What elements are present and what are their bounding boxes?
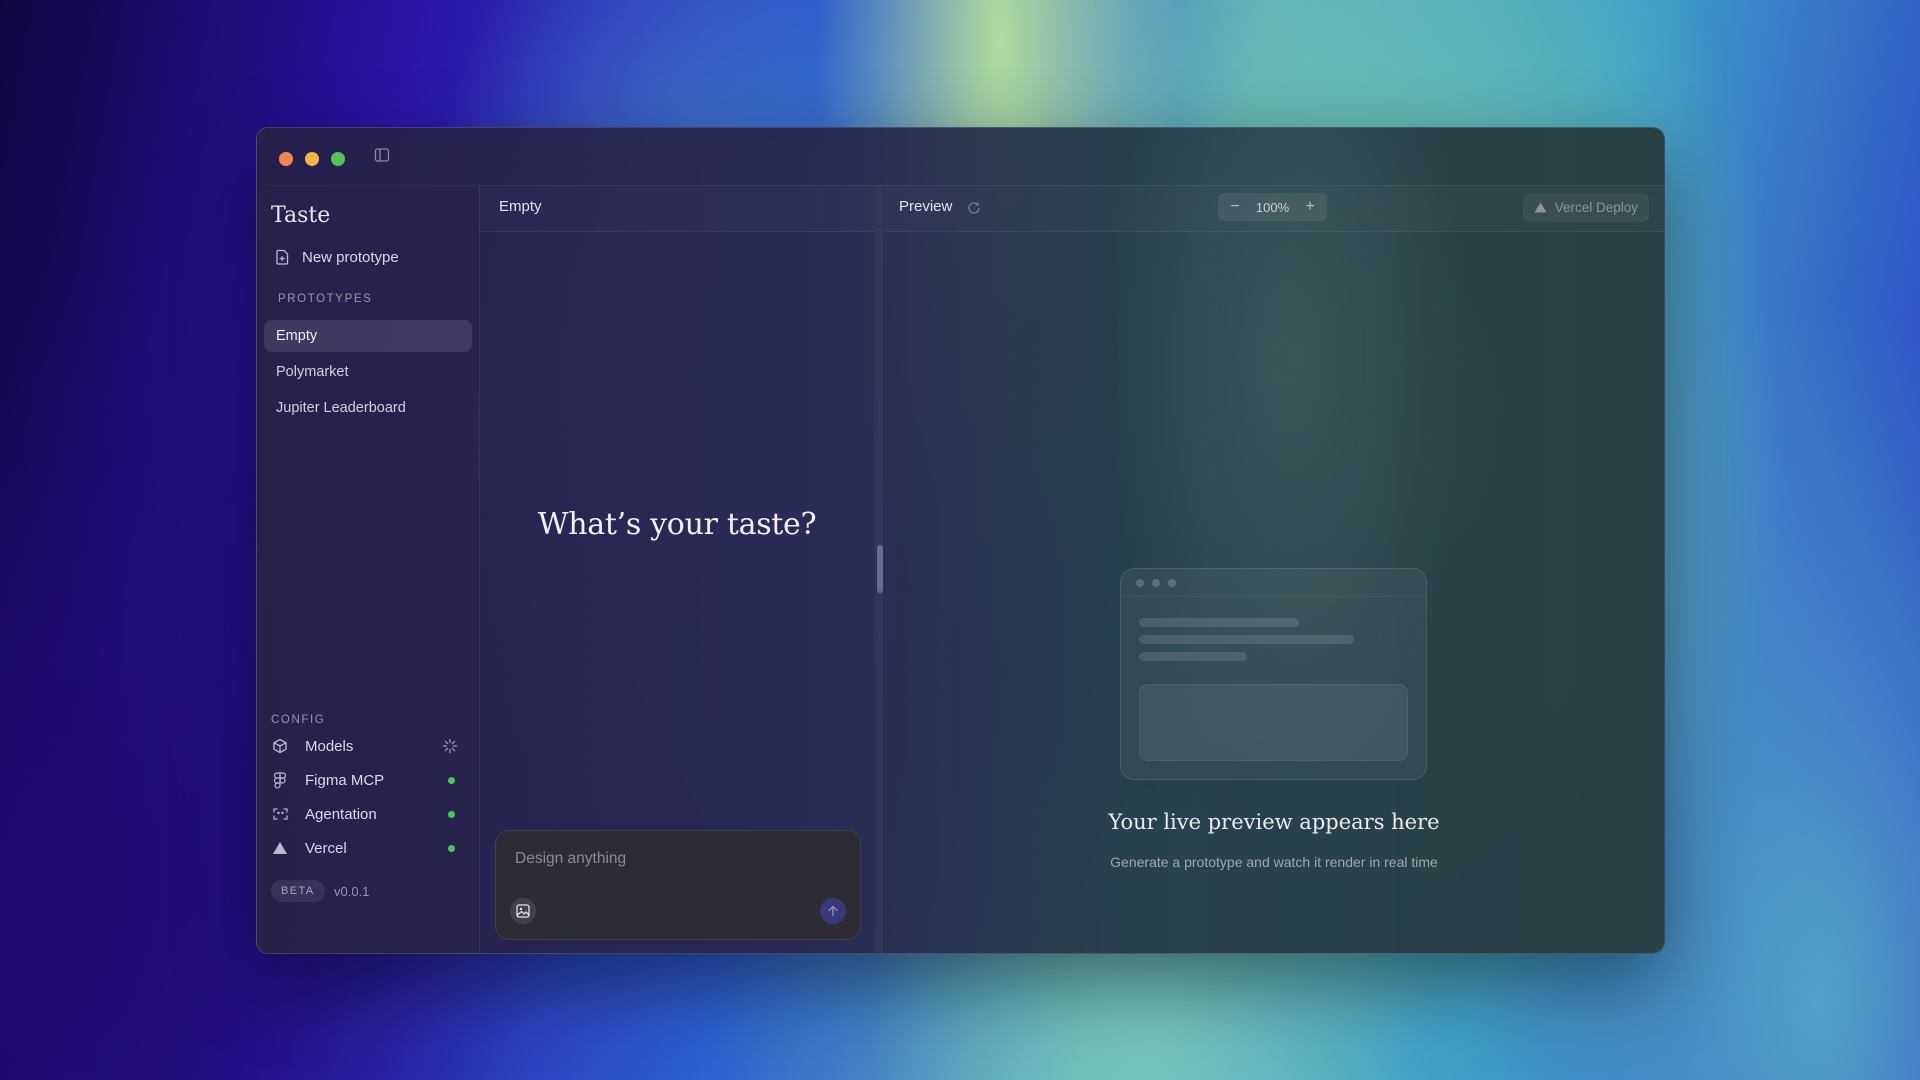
- prototypes-heading: PROTOTYPES: [278, 293, 373, 305]
- preview-empty-subtext: Generate a prototype and watch it render…: [1110, 854, 1438, 870]
- config-label: Figma MCP: [305, 771, 385, 789]
- config-label: Models: [305, 737, 354, 755]
- chat-panel: Empty What’s your taste?: [479, 185, 876, 953]
- prototype-label: Empty: [276, 328, 318, 344]
- prototype-item-jupiter-leaderboard[interactable]: Jupiter Leaderboard: [264, 392, 472, 424]
- maximize-window-button[interactable]: [331, 152, 345, 166]
- config-item-models[interactable]: Models: [271, 732, 458, 760]
- send-button[interactable]: [820, 898, 846, 924]
- vercel-deploy-button[interactable]: Vercel Deploy: [1522, 193, 1649, 222]
- placeholder-line: [1139, 635, 1354, 644]
- preview-header: Preview − 100% + Vercel Deploy: [884, 185, 1664, 232]
- image-icon: [516, 904, 530, 918]
- placeholder-dot: [1152, 579, 1160, 587]
- sidebar-toggle-icon[interactable]: [374, 147, 390, 163]
- close-window-button[interactable]: [279, 152, 293, 166]
- vercel-triangle-icon: [271, 839, 289, 857]
- placeholder-line: [1139, 652, 1247, 661]
- title-bar: [257, 128, 1664, 186]
- version-label: v0.0.1: [334, 884, 370, 899]
- prompt-input[interactable]: [513, 849, 837, 869]
- preview-panel: Preview − 100% + Vercel Deploy Your live…: [884, 185, 1664, 953]
- config-heading: CONFIG: [271, 714, 326, 726]
- preview-title: Preview: [899, 198, 953, 215]
- config-item-vercel[interactable]: Vercel: [271, 834, 455, 862]
- loading-spinner-icon: [442, 738, 458, 754]
- config-item-agentation[interactable]: Agentation: [271, 800, 455, 828]
- hero-heading: What’s your taste?: [537, 507, 817, 542]
- config-label: Agentation: [305, 805, 377, 823]
- zoom-out-button[interactable]: −: [1228, 198, 1242, 216]
- connected-status-dot: [448, 845, 455, 852]
- refresh-icon[interactable]: [967, 201, 981, 215]
- prototype-item-empty[interactable]: Empty: [264, 320, 472, 352]
- beta-badge: BETA: [271, 880, 325, 902]
- zoom-level: 100%: [1255, 199, 1290, 215]
- resize-handle[interactable]: [877, 545, 883, 593]
- preview-placeholder-illustration: [1120, 568, 1427, 780]
- sidebar: Taste New prototype PROTOTYPES Empty Pol…: [257, 185, 480, 953]
- new-prototype-label: New prototype: [302, 248, 399, 266]
- arrow-up-icon: [828, 905, 838, 917]
- zoom-in-button[interactable]: +: [1303, 198, 1317, 216]
- minimize-window-button[interactable]: [305, 152, 319, 166]
- placeholder-dot: [1136, 579, 1144, 587]
- zoom-control: − 100% +: [1218, 193, 1327, 221]
- config-item-figma-mcp[interactable]: Figma MCP: [271, 766, 455, 794]
- prompt-composer: [495, 830, 861, 940]
- chat-header: Empty: [479, 185, 875, 232]
- deploy-label: Vercel Deploy: [1554, 200, 1638, 215]
- prototype-label: Jupiter Leaderboard: [276, 400, 406, 416]
- placeholder-line: [1139, 618, 1299, 627]
- connected-status-dot: [448, 777, 455, 784]
- config-label: Vercel: [305, 839, 347, 857]
- app-window: Taste New prototype PROTOTYPES Empty Pol…: [256, 127, 1665, 954]
- prototype-label: Polymarket: [276, 364, 349, 380]
- preview-empty-heading: Your live preview appears here: [1108, 810, 1440, 834]
- agentation-icon: [271, 805, 289, 823]
- placeholder-browser-bar: [1121, 569, 1426, 597]
- connected-status-dot: [448, 811, 455, 818]
- new-prototype-button[interactable]: New prototype: [265, 242, 465, 272]
- placeholder-block: [1139, 684, 1408, 761]
- placeholder-dot: [1168, 579, 1176, 587]
- vercel-triangle-icon: [1534, 202, 1547, 213]
- app-title: Taste: [271, 203, 331, 228]
- prototype-item-polymarket[interactable]: Polymarket: [264, 356, 472, 388]
- cube-icon: [271, 737, 289, 755]
- chat-title: Empty: [499, 198, 542, 215]
- attach-image-button[interactable]: [510, 898, 536, 924]
- figma-icon: [271, 771, 289, 789]
- new-file-icon: [276, 249, 289, 265]
